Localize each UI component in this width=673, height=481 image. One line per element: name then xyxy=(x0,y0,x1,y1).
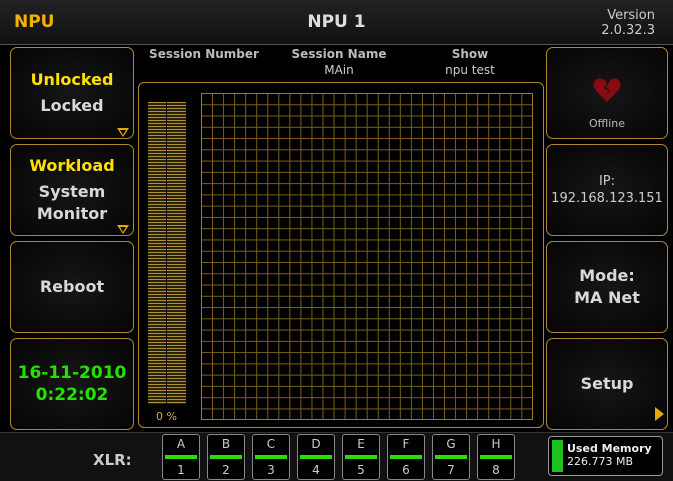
xlr-port-number: 3 xyxy=(267,463,275,477)
top-bar: NPU NPU 1 Version 2.0.32.3 xyxy=(0,0,673,45)
mode-value: MA Net xyxy=(574,288,640,307)
xlr-port-letter: F xyxy=(402,437,410,451)
xlr-port-h[interactable]: H 8 xyxy=(477,434,515,480)
xlr-status-bar xyxy=(210,455,242,459)
xlr-port-letter: E xyxy=(357,437,365,451)
version-value: 2.0.32.3 xyxy=(601,23,655,38)
xlr-port-number: 1 xyxy=(177,463,185,477)
xlr-port-letter: G xyxy=(446,437,456,451)
reboot-label: Reboot xyxy=(39,277,105,296)
xlr-port-number: 2 xyxy=(222,463,230,477)
session-name-value: MAin xyxy=(324,63,354,77)
xlr-port-d[interactable]: D 4 xyxy=(297,434,335,480)
show-value: npu test xyxy=(445,63,495,77)
memory-value: 226.773 MB xyxy=(567,455,634,468)
next-arrow-icon xyxy=(655,407,664,421)
page-title: NPU 1 xyxy=(307,12,366,32)
xlr-status-bar xyxy=(345,455,377,459)
xlr-port-number: 8 xyxy=(492,463,500,477)
xlr-port-letter: C xyxy=(266,437,276,451)
xlr-port-g[interactable]: G 7 xyxy=(432,434,470,480)
memory-fill-bar xyxy=(552,440,563,472)
session-number: Session Number xyxy=(148,46,260,62)
status-button[interactable]: Offline xyxy=(546,47,668,139)
xlr-port-letter: A xyxy=(176,437,186,451)
setup-label: Setup xyxy=(580,374,634,393)
clock-time: 0:22:02 xyxy=(35,385,109,405)
setup-button[interactable]: Setup xyxy=(546,338,668,430)
ip-label: IP: xyxy=(598,174,616,189)
xlr-label: XLR: xyxy=(93,451,132,469)
xlr-status-bar xyxy=(255,455,287,459)
workload-graph xyxy=(201,93,533,420)
dropdown-arrow-icon xyxy=(117,225,129,234)
show-info: Show npu test xyxy=(432,46,508,78)
clock-display: 16-11-2010 0:22:02 xyxy=(10,338,134,430)
version-label: Version xyxy=(607,8,655,23)
dropdown-arrow-icon xyxy=(117,128,129,137)
xlr-port-c[interactable]: C 3 xyxy=(252,434,290,480)
xlr-port-number: 7 xyxy=(447,463,455,477)
broken-heart-icon xyxy=(593,78,621,102)
xlr-status-bar xyxy=(390,455,422,459)
memory-label: Used Memory xyxy=(567,442,652,455)
memory-indicator: Used Memory 226.773 MB xyxy=(548,436,663,476)
locked-option: Locked xyxy=(40,96,104,115)
reboot-button[interactable]: Reboot xyxy=(10,241,134,333)
system-option-line1: System xyxy=(38,182,106,201)
xlr-status-bar xyxy=(300,455,332,459)
workload-option: Workload xyxy=(29,156,115,175)
xlr-status-bar xyxy=(480,455,512,459)
xlr-status-bar xyxy=(435,455,467,459)
clock-date: 16-11-2010 xyxy=(17,363,127,383)
xlr-port-number: 5 xyxy=(357,463,365,477)
workload-meter xyxy=(148,102,186,404)
xlr-port-b[interactable]: B 2 xyxy=(207,434,245,480)
system-option-line2: Monitor xyxy=(36,204,108,223)
xlr-port-number: 6 xyxy=(402,463,410,477)
xlr-port-letter: D xyxy=(311,437,321,451)
lock-toggle-button[interactable]: Unlocked Locked xyxy=(10,47,134,139)
workload-percent: 0 % xyxy=(156,410,177,423)
xlr-status-bar xyxy=(165,455,197,459)
session-number-label: Session Number xyxy=(149,47,259,61)
workload-monitor-button[interactable]: Workload System Monitor xyxy=(10,144,134,236)
version-info: Version 2.0.32.3 xyxy=(601,8,655,38)
unlocked-option: Unlocked xyxy=(30,70,114,89)
ip-button[interactable]: IP: 192.168.123.151 xyxy=(546,144,668,236)
show-label: Show xyxy=(451,47,489,61)
xlr-port-f[interactable]: F 6 xyxy=(387,434,425,480)
mode-button[interactable]: Mode: MA Net xyxy=(546,241,668,333)
session-name-label: Session Name xyxy=(291,47,387,61)
status-label: Offline xyxy=(588,117,626,130)
ip-value: 192.168.123.151 xyxy=(551,191,663,206)
xlr-port-e[interactable]: E 5 xyxy=(342,434,380,480)
xlr-port-letter: B xyxy=(221,437,231,451)
memory-text: Used Memory 226.773 MB xyxy=(567,442,652,468)
xlr-port-a[interactable]: A 1 xyxy=(162,434,200,480)
mode-label: Mode: xyxy=(579,266,635,285)
xlr-port-number: 4 xyxy=(312,463,320,477)
xlr-port-letter: H xyxy=(491,437,501,451)
session-name: Session Name MAin xyxy=(284,46,394,78)
